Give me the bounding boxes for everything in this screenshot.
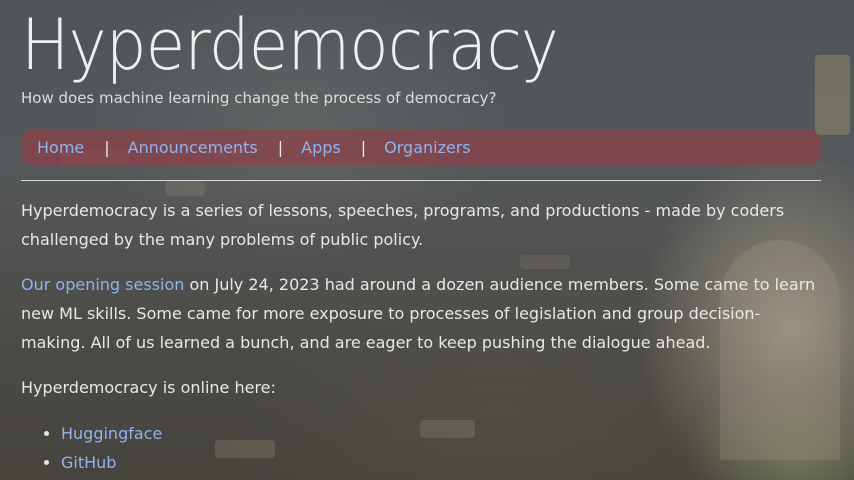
online-heading: Hyperdemocracy is online here: xyxy=(21,378,276,397)
main-content: Hyperdemocracy How does machine learning… xyxy=(21,0,821,477)
site-title: Hyperdemocracy xyxy=(21,4,559,86)
nav-organizers-link[interactable]: Organizers xyxy=(384,138,471,157)
nav-bar: Home | Announcements | Apps | Organizers xyxy=(21,130,821,165)
opening-session-link[interactable]: Our opening session xyxy=(21,275,184,294)
list-item: Huggingface xyxy=(61,419,821,448)
nav-apps-link[interactable]: Apps xyxy=(301,138,341,157)
divider xyxy=(21,180,821,181)
site-tagline: How does machine learning change the pro… xyxy=(21,89,497,107)
session-paragraph: Our opening session on July 24, 2023 had… xyxy=(21,270,821,357)
nav-separator: | xyxy=(360,138,367,157)
nav-separator: | xyxy=(277,138,284,157)
nav-announcements-link[interactable]: Announcements xyxy=(128,138,258,157)
list-item: GitHub xyxy=(61,448,821,477)
nav-home-link[interactable]: Home xyxy=(37,138,84,157)
online-links-list: Huggingface GitHub xyxy=(61,419,821,477)
github-link[interactable]: GitHub xyxy=(61,453,116,472)
intro-paragraph: Hyperdemocracy is a series of lessons, s… xyxy=(21,201,785,249)
huggingface-link[interactable]: Huggingface xyxy=(61,424,162,443)
nav-separator: | xyxy=(104,138,110,157)
